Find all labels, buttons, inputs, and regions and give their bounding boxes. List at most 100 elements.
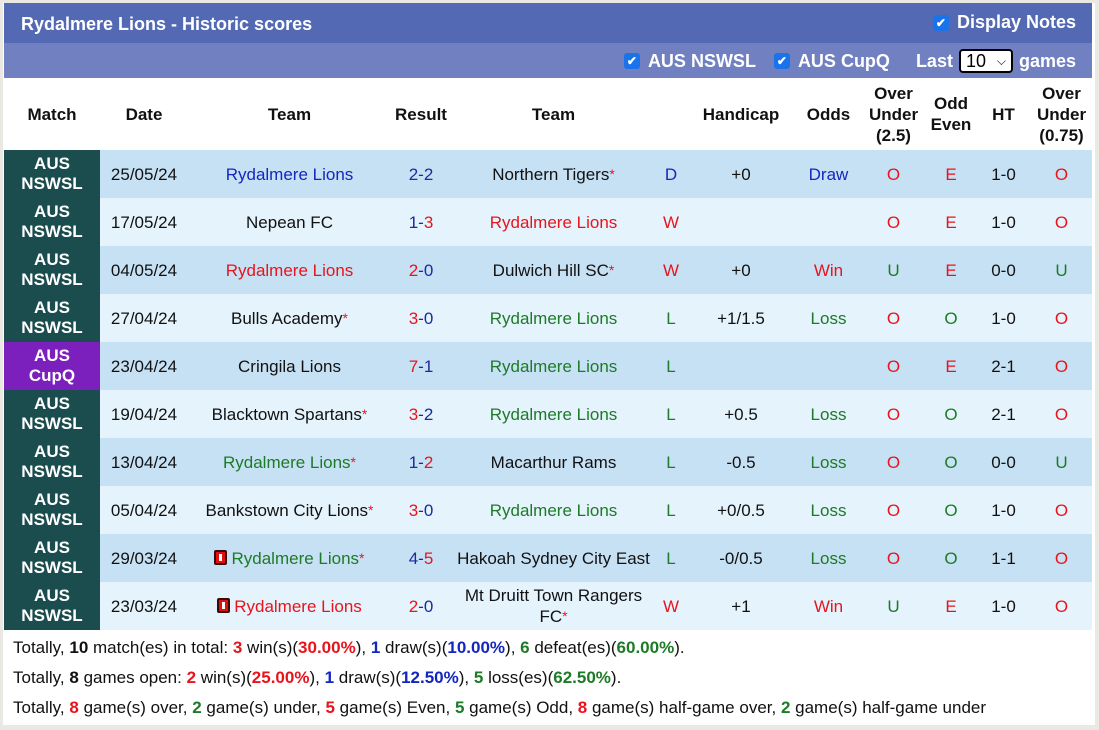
over-under-075-result: O [1031,342,1092,390]
summary-text: Totally, [13,668,70,687]
summary-text: game(s) Odd, [464,698,578,717]
league-badge[interactable]: AUS NSWSL [4,390,100,438]
match-date: 23/03/24 [100,582,188,630]
league-badge[interactable]: AUS NSWSL [4,438,100,486]
odd-even-result: E [926,198,976,246]
away-team-link[interactable]: Mt Druitt Town Rangers FC [465,586,642,626]
handicap-value: +0.5 [686,390,796,438]
display-notes-label: Display Notes [956,12,1076,32]
away-team-cell: Northern Tigers* [451,150,656,198]
away-team-link[interactable]: Rydalmere Lions [490,213,618,232]
table-row: AUS NSWSL 29/03/24 Rydalmere Lions* 4-5 Hakoa… [4,534,1092,582]
win-loss-indicator: L [656,342,686,390]
result-cell[interactable]: 1-2 [391,438,451,486]
result-cell[interactable]: 3-0 [391,486,451,534]
filter-bar: ✔ AUS NSWSL ✔ AUS CupQ Last 10 ⌵ games [4,43,1092,78]
handicap-value: +1 [686,582,796,630]
league-badge[interactable]: AUS NSWSL [4,534,100,582]
away-team-cell: Rydalmere Lions [451,198,656,246]
odds-result: Win [796,246,861,294]
away-team-link[interactable]: Dulwich Hill SC [493,261,609,280]
result-cell[interactable]: 2-0 [391,246,451,294]
result-cell[interactable]: 3-2 [391,390,451,438]
odds-result: Loss [796,390,861,438]
odds-result: Loss [796,534,861,582]
away-team-link[interactable]: Rydalmere Lions [490,357,618,376]
home-team-cell: Bulls Academy* [188,294,391,342]
summary-text: ), [355,638,371,657]
summary-over-under-line: Totally, 8 game(s) over, 2 game(s) under… [13,698,986,718]
away-team-link[interactable]: Macarthur Rams [491,453,617,472]
home-team-link[interactable]: Rydalmere Lions [231,549,359,568]
match-date: 13/04/24 [100,438,188,486]
summary-results-line: Totally, 10 match(es) in total: 3 win(s)… [13,638,685,658]
summary-stat-value: 1 [324,668,335,687]
league-nswsl-checkbox[interactable]: ✔ [623,53,640,69]
odd-even-result: O [926,390,976,438]
league-cupq-checkbox[interactable]: ✔ [773,53,790,69]
result-cell[interactable]: 3-0 [391,294,451,342]
odds-result: Loss [796,486,861,534]
display-notes-toggle[interactable]: ✔ Display Notes [932,12,1076,33]
odd-even-result: E [926,246,976,294]
league-badge[interactable]: AUS NSWSL [4,150,100,198]
league-badge[interactable]: AUS CupQ [4,342,100,390]
home-team-link[interactable]: Cringila Lions [238,357,341,376]
away-team-cell: Mt Druitt Town Rangers FC* [451,582,656,630]
last-label: Last [915,50,953,71]
away-team-link[interactable]: Northern Tigers [492,165,609,184]
odd-even-result: O [926,294,976,342]
home-team-link[interactable]: Rydalmere Lions [223,453,351,472]
home-team-link[interactable]: Rydalmere Lions [226,261,354,280]
col-over-under-25: Over Under (2.5) [861,78,926,150]
summary-open-games-line: Totally, 8 games open: 2 win(s)(25.00%),… [13,668,621,688]
league-badge[interactable]: AUS NSWSL [4,294,100,342]
league-badge[interactable]: AUS NSWSL [4,486,100,534]
match-date: 23/04/24 [100,342,188,390]
over-under-25-result: O [861,198,926,246]
away-team-link[interactable]: Rydalmere Lions [490,405,618,424]
result-cell[interactable]: 7-1 [391,342,451,390]
odds-result [796,198,861,246]
home-team-link[interactable]: Bulls Academy [231,309,343,328]
result-cell[interactable]: 4-5 [391,534,451,582]
over-under-25-result: O [861,486,926,534]
league-badge[interactable]: AUS NSWSL [4,246,100,294]
home-team-link[interactable]: Nepean FC [246,213,333,232]
half-time-score: 1-0 [976,486,1031,534]
away-team-cell: Hakoah Sydney City East [451,534,656,582]
away-team-link[interactable]: Rydalmere Lions [490,501,618,520]
summary-text: win(s)( [196,668,252,687]
home-team-link[interactable]: Rydalmere Lions [234,597,362,616]
over-under-25-result: U [861,582,926,630]
col-match: Match [4,78,100,150]
over-under-075-result: O [1031,150,1092,198]
score-home: 2 [408,164,419,184]
home-team-link[interactable]: Bankstown City Lions [206,501,369,520]
summary-stat-value: 25.00% [251,668,310,687]
col-odd-even: Odd Even [926,78,976,150]
summary-text: game(s) over, [78,698,193,717]
games-count-select[interactable]: 10 ⌵ [958,49,1013,73]
checkbox-checked-icon[interactable]: ✔ [932,14,949,31]
result-cell[interactable]: 2-0 [391,582,451,630]
away-team-link[interactable]: Rydalmere Lions [490,309,618,328]
result-cell[interactable]: 2-2 [391,150,451,198]
over-under-25-result: O [861,342,926,390]
league-badge[interactable]: AUS NSWSL [4,582,100,630]
away-team-link[interactable]: Hakoah Sydney City East [457,549,650,568]
handicap-value: -0/0.5 [686,534,796,582]
league-badge[interactable]: AUS NSWSL [4,198,100,246]
score-away: 2 [423,164,434,184]
handicap-value: +0/0.5 [686,486,796,534]
result-cell[interactable]: 1-3 [391,198,451,246]
home-team-link[interactable]: Blacktown Spartans [212,405,362,424]
over-under-075-result: O [1031,486,1092,534]
summary-text: match(es) in total: [88,638,233,657]
score-home: 3 [408,500,419,520]
home-team-link[interactable]: Rydalmere Lions [226,165,354,184]
summary-text: ). [610,668,622,687]
match-date: 05/04/24 [100,486,188,534]
half-time-score: 0-0 [976,438,1031,486]
summary-text: draw(s)( [334,668,402,687]
